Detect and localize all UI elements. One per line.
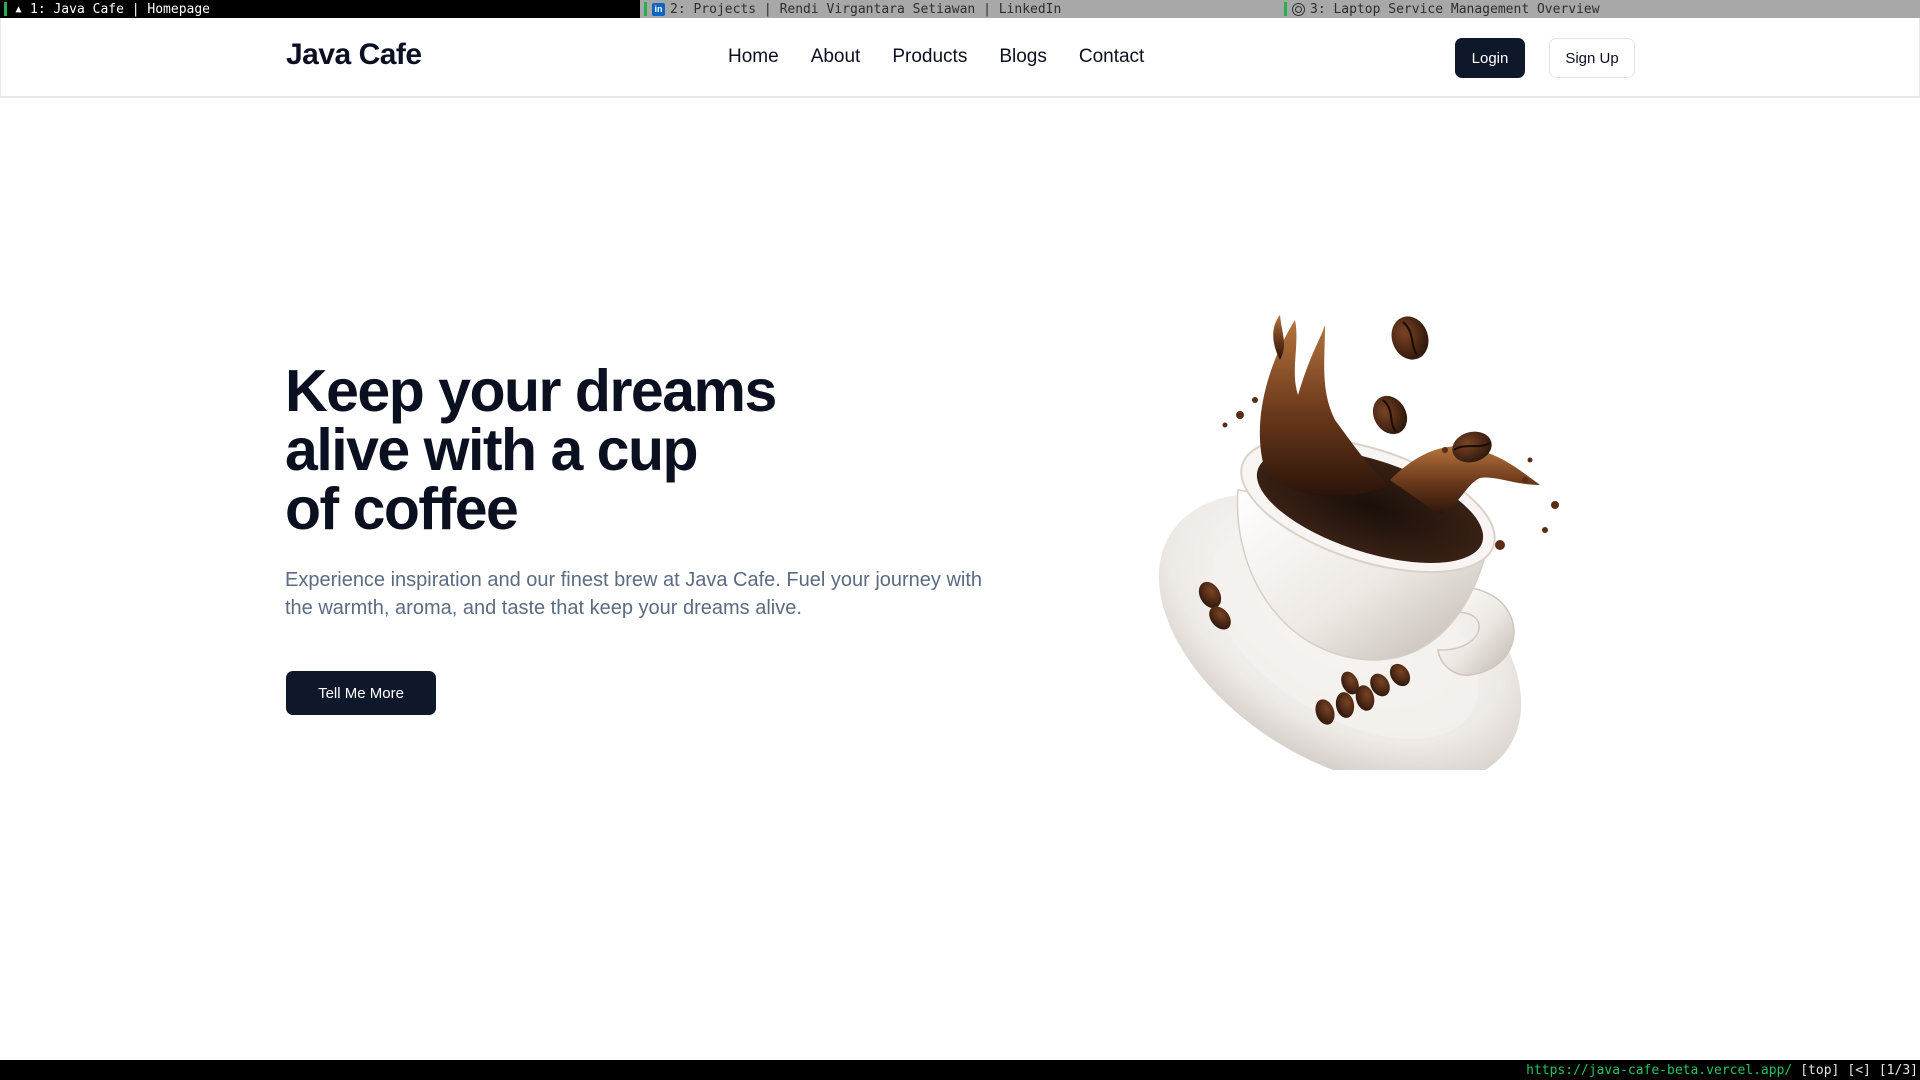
nav-products[interactable]: Products (892, 46, 967, 68)
site-logo[interactable]: Java Cafe (286, 38, 422, 72)
site-header: Java Cafe Home About Products Blogs Cont… (0, 18, 1920, 98)
tab-label: 1: Java Cafe | Homepage (30, 1, 211, 17)
status-tab-index: [1/3] (1878, 1062, 1918, 1078)
chatgpt-icon (1292, 2, 1305, 16)
hero-title-line: alive with a cup (285, 417, 699, 483)
tab-label: 3: Laptop Service Management Overview (1310, 1, 1600, 17)
nav-contact[interactable]: Contact (1079, 46, 1144, 68)
status-scroll: [top] (1800, 1062, 1840, 1078)
browser-tab-linkedin[interactable]: in 2: Projects | Rendi Virgantara Setiaw… (640, 0, 1280, 18)
status-history: [<] (1847, 1062, 1871, 1078)
hero-subtitle: Experience inspiration and our finest br… (285, 569, 983, 619)
browser-tab-java-cafe[interactable]: ▲ 1: Java Cafe | Homepage (0, 0, 640, 18)
tab-marker (1284, 2, 1287, 16)
linkedin-icon: in (652, 2, 665, 16)
tab-marker (644, 2, 647, 16)
nav-blogs[interactable]: Blogs (999, 46, 1047, 68)
browser-tab-bar: ▲ 1: Java Cafe | Homepage in 2: Projects… (0, 0, 1920, 18)
browser-tab-laptop-service[interactable]: 3: Laptop Service Management Overview (1280, 0, 1920, 18)
nav-about[interactable]: About (811, 46, 861, 68)
flying-beans (1372, 316, 1492, 463)
tell-me-more-button[interactable]: Tell Me More (286, 671, 436, 715)
main-nav: Home About Products Blogs Contact (728, 46, 1144, 68)
hero-title-line: Keep your dreams (285, 358, 777, 424)
browser-status-bar: https://java-cafe-beta.vercel.app/ [top]… (0, 1060, 1920, 1080)
arrow-icon: ▲ (15, 3, 22, 15)
tab-label: 2: Projects | Rendi Virgantara Setiawan … (670, 1, 1062, 17)
nav-home[interactable]: Home (728, 46, 779, 68)
hero-title-line: of coffee (285, 476, 519, 542)
status-url: https://java-cafe-beta.vercel.app/ (1526, 1062, 1793, 1078)
coffee-cup-image (1158, 315, 1559, 770)
active-tab-marker (4, 2, 7, 16)
hero-title: Keep your dreams alive with a cup of cof… (285, 362, 905, 539)
login-button[interactable]: Login (1455, 38, 1525, 78)
signup-button[interactable]: Sign Up (1549, 38, 1635, 78)
